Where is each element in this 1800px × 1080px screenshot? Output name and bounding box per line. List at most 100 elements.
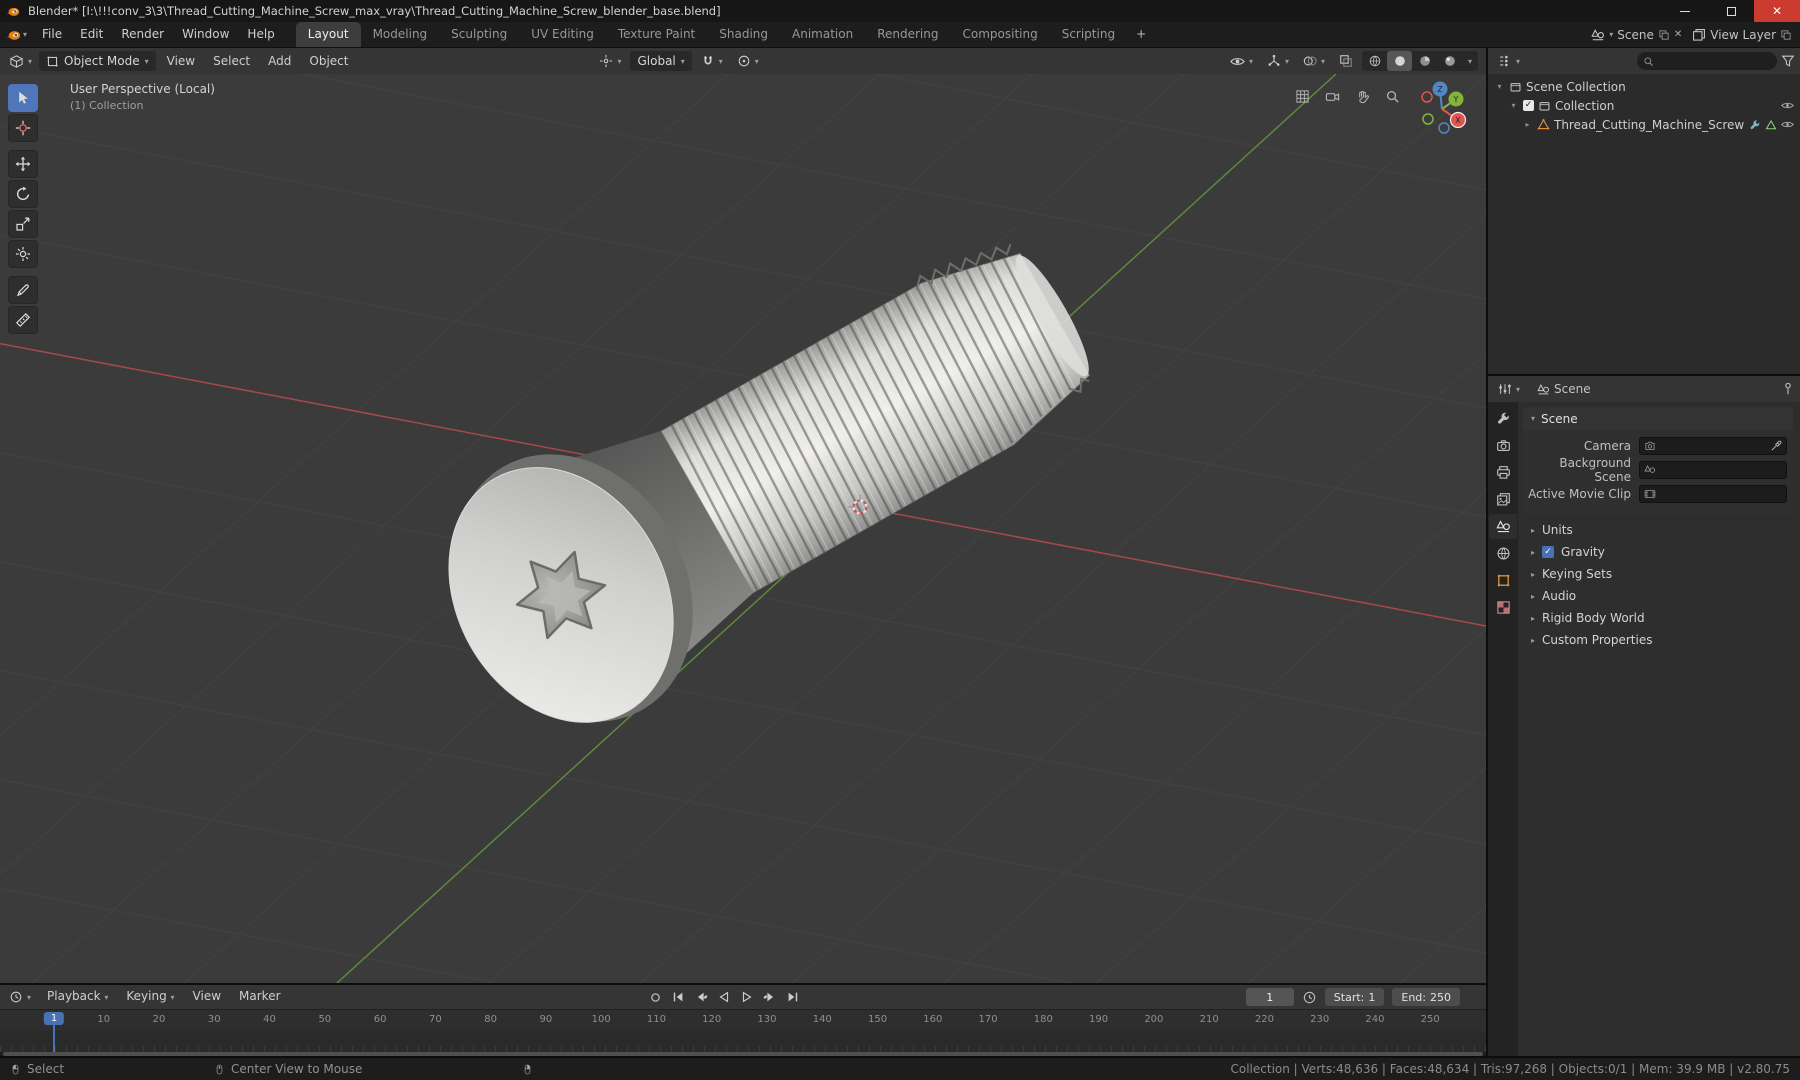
viewport-menu-add[interactable]: Add	[259, 49, 300, 74]
navigation-gizmo[interactable]: Z Y X	[1412, 79, 1472, 139]
search-input[interactable]	[1658, 52, 1771, 70]
outliner-row-object[interactable]: ▸ Thread_Cutting_Machine_Screw	[1488, 115, 1800, 134]
app-menu-button[interactable]: ▾	[0, 22, 33, 47]
next-keyframe-button[interactable]	[760, 988, 780, 1006]
eye-icon[interactable]	[1781, 118, 1794, 131]
add-workspace-button[interactable]: +	[1127, 22, 1155, 47]
menu-edit[interactable]: Edit	[71, 22, 112, 47]
tool-cursor-button[interactable]	[8, 114, 38, 142]
play-reverse-button[interactable]	[714, 988, 734, 1006]
pan-view-button[interactable]	[1352, 86, 1372, 106]
minimize-button[interactable]	[1662, 0, 1708, 22]
playhead[interactable]: 1	[44, 1012, 64, 1025]
preview-range-icon[interactable]	[1302, 990, 1317, 1005]
workspace-tab-uv-editing[interactable]: UV Editing	[519, 22, 606, 47]
properties-tab-object[interactable]	[1489, 568, 1517, 593]
menu-file[interactable]: File	[33, 22, 71, 47]
overlays-dropdown[interactable]: ▾	[1298, 50, 1330, 72]
mesh-data-icon[interactable]	[1765, 119, 1777, 131]
frame-end-field[interactable]: End: 250	[1392, 988, 1460, 1006]
jump-to-end-button[interactable]	[783, 988, 803, 1006]
section-custom-properties[interactable]: ▸Custom Properties	[1523, 630, 1793, 650]
section-audio[interactable]: ▸Audio	[1523, 586, 1793, 606]
shading-dropdown[interactable]: ▾	[1462, 51, 1478, 71]
editor-type-button[interactable]: ▾	[4, 50, 37, 72]
outliner-row-scene-collection[interactable]: ▾ Scene Collection	[1488, 77, 1800, 96]
properties-tab-render[interactable]	[1489, 433, 1517, 458]
expand-icon[interactable]: ▾	[1494, 82, 1505, 91]
auto-keying-button[interactable]	[645, 988, 665, 1006]
outliner-row-collection[interactable]: ▾ ✓ Collection	[1488, 96, 1800, 115]
workspace-tab-layout[interactable]: Layout	[296, 22, 361, 47]
viewport-menu-view[interactable]: View	[158, 49, 204, 74]
properties-tab-viewlayer[interactable]	[1489, 487, 1517, 512]
properties-tab-scene[interactable]	[1489, 514, 1517, 539]
shading-wireframe-button[interactable]	[1362, 51, 1387, 71]
timeline-menu-view[interactable]: View	[184, 984, 230, 1010]
properties-tab-tool[interactable]	[1489, 406, 1517, 431]
viewport-canvas[interactable]: User Perspective (Local) (1) Collection	[0, 74, 1486, 983]
timeline-ruler[interactable]: 1020304050607080901001101201301401501601…	[0, 1009, 1486, 1031]
modifier-wrench-icon[interactable]	[1749, 119, 1761, 131]
eye-icon[interactable]	[1781, 99, 1794, 112]
properties-tab-texture[interactable]	[1489, 595, 1517, 620]
expand-icon[interactable]: ▸	[1522, 120, 1533, 129]
background-scene-picker-field[interactable]	[1639, 461, 1787, 479]
maximize-button[interactable]	[1708, 0, 1754, 22]
menu-render[interactable]: Render	[112, 22, 173, 47]
view-layer-selector[interactable]: View Layer	[1692, 28, 1792, 42]
workspace-tab-rendering[interactable]: Rendering	[865, 22, 950, 47]
timeline-menu-keying[interactable]: Keying ▾	[117, 984, 183, 1010]
section-gravity[interactable]: ▸✓Gravity	[1523, 542, 1793, 562]
tool-transform-button[interactable]	[8, 240, 38, 268]
collection-checkbox[interactable]: ✓	[1523, 100, 1534, 111]
section-keying-sets[interactable]: ▸Keying Sets	[1523, 564, 1793, 584]
shading-solid-button[interactable]	[1387, 51, 1412, 71]
perspective-toggle-button[interactable]	[1292, 86, 1312, 106]
section-rigid-body-world[interactable]: ▸Rigid Body World	[1523, 608, 1793, 628]
jump-to-start-button[interactable]	[668, 988, 688, 1006]
visibility-dropdown[interactable]: ▾	[1225, 50, 1258, 72]
transform-orientation-selector[interactable]: Global ▾	[630, 51, 691, 71]
outliner-editor-type-button[interactable]: ▾	[1493, 50, 1525, 72]
timeline-editor-type-button[interactable]: ▾	[4, 986, 36, 1008]
previous-keyframe-button[interactable]	[691, 988, 711, 1006]
tool-move-button[interactable]	[8, 150, 38, 178]
filter-icon[interactable]	[1781, 54, 1795, 68]
workspace-tab-sculpting[interactable]: Sculpting	[439, 22, 519, 47]
pivot-point-button[interactable]: ▾	[594, 50, 626, 72]
workspace-tab-modeling[interactable]: Modeling	[361, 22, 440, 47]
tool-annotate-button[interactable]	[8, 276, 38, 304]
tool-rotate-button[interactable]	[8, 180, 38, 208]
frame-start-field[interactable]: Start: 1	[1325, 988, 1385, 1006]
menu-help[interactable]: Help	[238, 22, 283, 47]
eyedropper-icon[interactable]	[1770, 440, 1782, 452]
properties-tab-world[interactable]	[1489, 541, 1517, 566]
outliner-search[interactable]	[1637, 52, 1777, 70]
workspace-tab-compositing[interactable]: Compositing	[950, 22, 1049, 47]
workspace-tab-animation[interactable]: Animation	[780, 22, 865, 47]
play-button[interactable]	[737, 988, 757, 1006]
unlink-scene-icon[interactable]: ✕	[1674, 29, 1682, 40]
timeline-menu-marker[interactable]: Marker	[230, 984, 289, 1010]
proportional-editing-toggle[interactable]: ▾	[732, 50, 764, 72]
tool-measure-button[interactable]	[8, 306, 38, 334]
snapping-toggle[interactable]: ▾	[696, 50, 728, 72]
viewport-menu-select[interactable]: Select	[204, 49, 259, 74]
camera-picker-field[interactable]	[1639, 437, 1787, 455]
screw-model[interactable]	[401, 187, 1134, 768]
shading-rendered-button[interactable]	[1437, 51, 1462, 71]
timeline-menu-playback[interactable]: Playback ▾	[38, 984, 117, 1010]
properties-editor-type-button[interactable]: ▾	[1493, 378, 1525, 400]
viewport-menu-object[interactable]: Object	[300, 49, 357, 74]
tool-select-button[interactable]	[8, 84, 38, 112]
close-button[interactable]: ✕	[1754, 0, 1800, 22]
section-units[interactable]: ▸Units	[1523, 520, 1793, 540]
xray-toggle[interactable]	[1334, 50, 1358, 72]
timeline-track[interactable]	[0, 1031, 1486, 1052]
properties-tab-output[interactable]	[1489, 460, 1517, 485]
workspace-tab-texture-paint[interactable]: Texture Paint	[606, 22, 707, 47]
timeline-body[interactable]: 1020304050607080901001101201301401501601…	[0, 1009, 1486, 1052]
camera-view-button[interactable]	[1322, 86, 1342, 106]
scene-selector[interactable]: ▾ Scene ✕	[1591, 28, 1682, 42]
